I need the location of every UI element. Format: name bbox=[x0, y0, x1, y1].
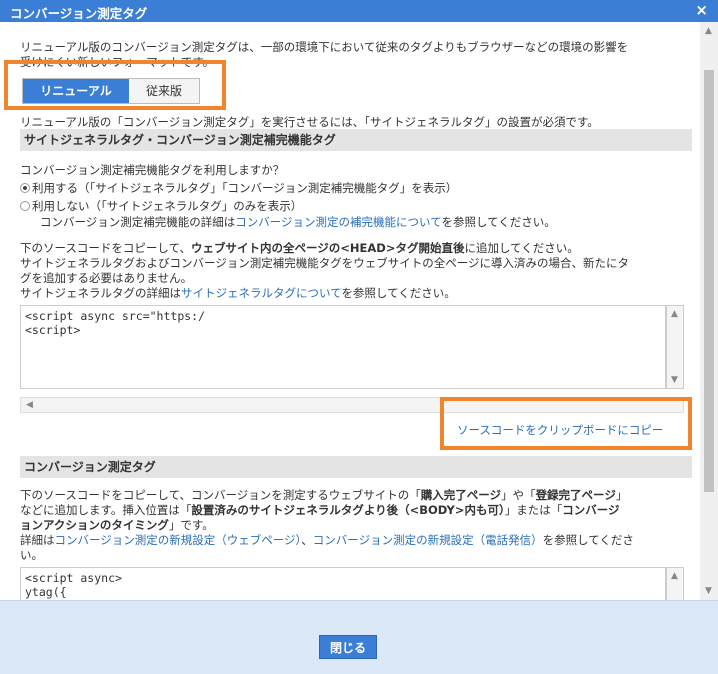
conv-text: 」 bbox=[615, 488, 628, 502]
general-tag-detail: サイトジェネラルタグの詳細はサイトジェネラルタグについてを参照してください。 bbox=[20, 285, 456, 301]
required-note: リニューアル版の「コンバージョン測定タグ」を実行させるには、「サイトジェネラルタ… bbox=[20, 114, 599, 130]
code-vertical-scrollbar[interactable]: ▲ ▼ bbox=[666, 305, 684, 389]
conv-paragraph-3: ョンアクションのタイミング」です。 bbox=[20, 517, 214, 533]
conv-paragraph-4: 詳細はコンバージョン測定の新規設定（ウェブページ）、コンバージョン測定の新規設定… bbox=[20, 532, 634, 548]
dialog-titlebar: コンバージョン測定タグ × bbox=[0, 0, 718, 22]
conv-text: 詳細は bbox=[20, 533, 55, 547]
dialog-title: コンバージョン測定タグ bbox=[10, 6, 148, 21]
complement-feature-link[interactable]: コンバージョン測定の補完機能について bbox=[235, 215, 441, 229]
conv-paragraph-2: などに追加します。挿入位置は「設置済みのサイトジェネラルタグより後（<BODY>… bbox=[20, 502, 620, 518]
radio-use-label[interactable]: 利用する（「サイトジェネラルタグ」「コンバージョン測定補完機能タグ」を表示） bbox=[32, 181, 457, 195]
conv-paragraph-5: い。 bbox=[20, 548, 43, 562]
general-tag-link[interactable]: サイトジェネラルタグについて bbox=[181, 286, 341, 300]
conv-text: 、 bbox=[301, 533, 313, 547]
conv-text: を参照してくださ bbox=[542, 533, 634, 547]
dialog-footer: 閉じる bbox=[0, 600, 718, 674]
conv-text: 下のソースコードをコピーして、コンバージョンを測定するウェブサイトの「 bbox=[20, 488, 421, 502]
detail-line: コンバージョン測定補完機能の詳細はコンバージョン測定の補完機能についてを参照して… bbox=[40, 214, 556, 230]
close-button[interactable]: 閉じる bbox=[319, 635, 377, 659]
radio-nouse-row[interactable]: 利用しない（「サイトジェネラルタグ」のみを表示） bbox=[20, 198, 302, 214]
dialog-scrollbar[interactable]: ▲ ▼ bbox=[700, 22, 718, 600]
scrollbar-thumb[interactable] bbox=[704, 70, 714, 492]
code-line: ytag({ bbox=[25, 585, 67, 599]
conv-text: 」です。 bbox=[168, 518, 214, 532]
copy-position: ウェブサイト内の全ページの<HEAD>タグ開始直後 bbox=[191, 241, 465, 255]
scroll-up-icon[interactable]: ▲ bbox=[705, 26, 712, 36]
scroll-up-icon[interactable]: ▲ bbox=[671, 309, 678, 319]
section-title-conversion-tag: コンバージョン測定タグ bbox=[20, 456, 692, 478]
scroll-left-icon[interactable]: ◀ bbox=[26, 400, 33, 410]
radio-nouse-label[interactable]: 利用しない（「サイトジェネラルタグ」のみを表示） bbox=[32, 199, 302, 213]
conversion-action-timing-cont: ョンアクションのタイミング bbox=[20, 518, 169, 532]
new-conversion-web-link[interactable]: コンバージョン測定の新規設定（ウェブページ） bbox=[55, 533, 302, 547]
detail-prefix: コンバージョン測定補完機能の詳細は bbox=[40, 215, 236, 229]
copy-instruction: 下のソースコードをコピーして、ウェブサイト内の全ページの<HEAD>タグ開始直後… bbox=[20, 240, 579, 256]
general-suffix: を参照してください。 bbox=[341, 286, 456, 300]
code-line: <script async src="https:/ bbox=[25, 309, 206, 323]
code-line: <script async> bbox=[25, 571, 122, 585]
detail-suffix: を参照してください。 bbox=[441, 215, 556, 229]
general-tag-code[interactable]: <script async src="https:/ <script> bbox=[20, 305, 666, 389]
registration-complete-page: 登録完了ページ bbox=[535, 488, 616, 502]
conv-paragraph-1: 下のソースコードをコピーして、コンバージョンを測定するウェブサイトの「購入完了ペ… bbox=[20, 487, 627, 503]
conversion-tag-code[interactable]: <script async> ytag({ bbox=[20, 567, 666, 600]
question-text: コンバージョン測定補完機能タグを利用しますか？ bbox=[20, 163, 285, 177]
scroll-down-icon[interactable]: ▼ bbox=[705, 586, 712, 596]
purchase-complete-page: 購入完了ページ bbox=[420, 488, 502, 502]
close-icon[interactable]: × bbox=[695, 1, 708, 19]
conv-text: 」や「 bbox=[501, 488, 536, 502]
radio-use-row[interactable]: 利用する（「サイトジェネラルタグ」「コンバージョン測定補完機能タグ」を表示） bbox=[20, 180, 457, 196]
intro-line-1: リニューアル版のコンバージョン測定タグは、一部の環境下において従来のタグよりもブ… bbox=[20, 40, 629, 54]
insert-position: 設置済みのサイトジェネラルタグより後（<BODY>内も可） bbox=[191, 503, 505, 517]
radio-nouse[interactable] bbox=[20, 201, 30, 211]
highlight-box-copy-button bbox=[440, 397, 692, 450]
installed-note-2: グを追加する必要はありません。 bbox=[20, 271, 193, 285]
code-line: <script> bbox=[25, 323, 81, 337]
conversion-action-timing: コンバージ bbox=[562, 503, 620, 517]
general-prefix: サイトジェネラルタグの詳細は bbox=[20, 286, 181, 300]
copy-suffix: に追加してください。 bbox=[464, 241, 579, 255]
conv-text: 」または「 bbox=[504, 503, 563, 517]
scroll-down-icon[interactable]: ▼ bbox=[671, 375, 678, 385]
installed-note-1: サイトジェネラルタグおよびコンバージョン測定補完機能タグをウェブサイトの全ページ… bbox=[20, 256, 630, 270]
section-title-general-tag: サイトジェネラルタグ・コンバージョン測定補完機能タグ bbox=[20, 129, 692, 151]
highlight-box-tabs bbox=[4, 60, 226, 110]
conv-text: などに追加します。挿入位置は「 bbox=[20, 503, 192, 517]
scroll-up-icon[interactable]: ▲ bbox=[671, 571, 678, 581]
radio-use[interactable] bbox=[20, 183, 30, 193]
copy-prefix: 下のソースコードをコピーして、 bbox=[20, 241, 192, 255]
code2-vertical-scrollbar[interactable]: ▲ bbox=[666, 567, 684, 600]
new-conversion-phone-link[interactable]: コンバージョン測定の新規設定（電話発信） bbox=[313, 533, 543, 547]
